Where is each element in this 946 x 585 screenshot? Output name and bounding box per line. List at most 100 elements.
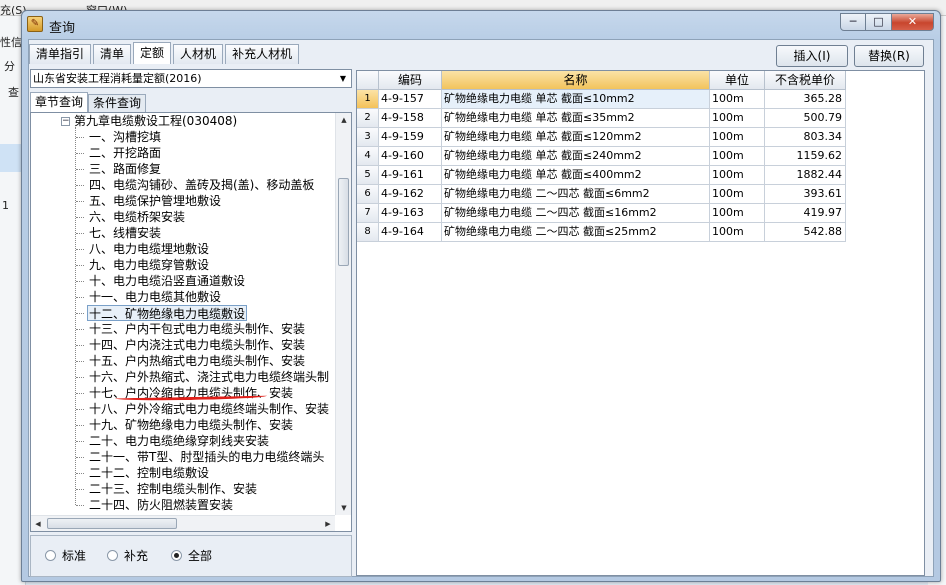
tree-item[interactable]: 九、电力电缆穿管敷设 <box>89 257 209 273</box>
cell-code[interactable]: 4-9-163 <box>379 204 442 223</box>
cell-name[interactable]: 矿物绝缘电力电缆 二～四芯 截面≤25mm2 <box>442 223 710 242</box>
tree-item[interactable]: 二十二、控制电缆敷设 <box>89 465 209 481</box>
tree-item[interactable]: 三、路面修复 <box>89 161 161 177</box>
tree-item[interactable]: 十、电力电缆沿竖直通道敷设 <box>89 273 245 289</box>
tree-item[interactable]: 二十三、控制电缆头制作、安装 <box>89 481 257 497</box>
row-number[interactable]: 2 <box>357 109 379 128</box>
tree-item[interactable]: 二十一、带T型、肘型插头的电力电缆终端头 <box>89 449 324 465</box>
row-number[interactable]: 7 <box>357 204 379 223</box>
scroll-thumb[interactable] <box>47 518 177 529</box>
cell-price[interactable]: 393.61 <box>765 185 846 204</box>
tab-condition-query[interactable]: 条件查询 <box>88 94 147 112</box>
cell-name[interactable]: 矿物绝缘电力电缆 单芯 截面≤35mm2 <box>442 109 710 128</box>
radio-standard[interactable]: 标准 <box>45 548 86 564</box>
cell-unit[interactable]: 100m <box>710 204 765 223</box>
cell-unit[interactable]: 100m <box>710 90 765 109</box>
column-header-name[interactable]: 名称 <box>442 71 710 90</box>
tree-collapse-icon[interactable]: − <box>61 117 70 126</box>
minimize-button[interactable]: ─ <box>840 13 866 31</box>
tree-vertical-scrollbar[interactable]: ▲ ▼ <box>335 113 351 515</box>
radio-supplement[interactable]: 补充 <box>107 548 148 564</box>
column-header-unit[interactable]: 单位 <box>710 71 765 90</box>
tab-quota[interactable]: 定额 <box>133 42 172 64</box>
tree-item[interactable]: 十三、户内干包式电力电缆头制作、安装 <box>89 321 305 337</box>
cell-price[interactable]: 1882.44 <box>765 166 846 185</box>
replace-button[interactable]: 替换(R) <box>854 45 924 67</box>
tree-item[interactable]: 十六、户外热缩式、浇注式电力电缆终端头制 <box>89 369 329 385</box>
cell-unit[interactable]: 100m <box>710 185 765 204</box>
tree-item[interactable]: 五、电缆保护管埋地敷设 <box>89 193 221 209</box>
cell-price[interactable]: 542.88 <box>765 223 846 242</box>
cell-name[interactable]: 矿物绝缘电力电缆 二～四芯 截面≤16mm2 <box>442 204 710 223</box>
dialog-titlebar[interactable]: ✎ 查询 ─ □ ✕ <box>22 11 940 39</box>
row-number[interactable]: 8 <box>357 223 379 242</box>
scroll-left-icon[interactable]: ◀ <box>31 516 45 531</box>
row-number[interactable]: 3 <box>357 128 379 147</box>
filter-radio-group: 标准 补充 全部 <box>30 535 352 577</box>
cell-unit[interactable]: 100m <box>710 128 765 147</box>
cell-code[interactable]: 4-9-159 <box>379 128 442 147</box>
column-header-price[interactable]: 不含税单价 <box>765 71 846 90</box>
row-number[interactable]: 5 <box>357 166 379 185</box>
row-number[interactable]: 6 <box>357 185 379 204</box>
tree-item[interactable]: 十一、电力电缆其他敷设 <box>89 289 221 305</box>
cell-unit[interactable]: 100m <box>710 109 765 128</box>
tree-horizontal-scrollbar[interactable]: ◀ ▶ <box>31 515 335 531</box>
scroll-up-icon[interactable]: ▲ <box>336 113 351 127</box>
radio-all[interactable]: 全部 <box>171 548 212 564</box>
row-number[interactable]: 4 <box>357 147 379 166</box>
tab-supplement-lmm[interactable]: 补充人材机 <box>225 44 300 64</box>
cell-code[interactable]: 4-9-164 <box>379 223 442 242</box>
tree-item[interactable]: 十二、矿物绝缘电力电缆敷设 <box>87 305 248 321</box>
chevron-down-icon[interactable]: ▼ <box>335 70 351 87</box>
quota-library-select[interactable]: 山东省安装工程消耗量定额(2016) ▼ <box>30 69 352 88</box>
tree-root-chapter9[interactable]: 第九章电缆敷设工程(030408) <box>74 113 237 129</box>
cell-code[interactable]: 4-9-161 <box>379 166 442 185</box>
tree-connector <box>76 329 84 330</box>
tab-labor-material-machine[interactable]: 人材机 <box>173 44 224 64</box>
tab-bill[interactable]: 清单 <box>93 44 132 64</box>
cell-price[interactable]: 803.34 <box>765 128 846 147</box>
cell-code[interactable]: 4-9-158 <box>379 109 442 128</box>
main-tabs: 清单指引 清单 定额 人材机 补充人材机 <box>29 42 301 64</box>
tree-item[interactable]: 二十、电力电缆绝缘穿刺线夹安装 <box>89 433 269 449</box>
tree-item[interactable]: 十九、矿物绝缘电力电缆头制作、安装 <box>89 417 293 433</box>
tree-item[interactable]: 二、开挖路面 <box>89 145 161 161</box>
tree-item[interactable]: 十四、户内浇注式电力电缆头制作、安装 <box>89 337 305 353</box>
tree-item[interactable]: 二十四、防火阻燃装置安装 <box>89 497 233 513</box>
cell-name[interactable]: 矿物绝缘电力电缆 二～四芯 截面≤6mm2 <box>442 185 710 204</box>
cell-name[interactable]: 矿物绝缘电力电缆 单芯 截面≤400mm2 <box>442 166 710 185</box>
query-mode-tabs: 章节查询 条件查询 <box>30 92 147 112</box>
tree-connector <box>76 393 84 394</box>
cell-unit[interactable]: 100m <box>710 147 765 166</box>
scroll-down-icon[interactable]: ▼ <box>336 501 351 515</box>
cell-unit[interactable]: 100m <box>710 166 765 185</box>
tab-bill-guide[interactable]: 清单指引 <box>29 44 92 64</box>
scroll-right-icon[interactable]: ▶ <box>321 516 335 531</box>
cell-code[interactable]: 4-9-157 <box>379 90 442 109</box>
cell-unit[interactable]: 100m <box>710 223 765 242</box>
tree-item[interactable]: 十五、户内热缩式电力电缆头制作、安装 <box>89 353 305 369</box>
tree-item[interactable]: 十八、户外冷缩式电力电缆终端头制作、安装 <box>89 401 329 417</box>
tree-item[interactable]: 八、电力电缆埋地敷设 <box>89 241 209 257</box>
cell-price[interactable]: 500.79 <box>765 109 846 128</box>
cell-price[interactable]: 365.28 <box>765 90 846 109</box>
cell-name[interactable]: 矿物绝缘电力电缆 单芯 截面≤120mm2 <box>442 128 710 147</box>
insert-button[interactable]: 插入(I) <box>776 45 848 67</box>
tree-item[interactable]: 七、线槽安装 <box>89 225 161 241</box>
tab-chapter-query[interactable]: 章节查询 <box>30 92 89 112</box>
close-button[interactable]: ✕ <box>892 13 934 31</box>
tree-item[interactable]: 一、沟槽挖填 <box>89 129 161 145</box>
row-number[interactable]: 1 <box>357 90 379 109</box>
scroll-thumb[interactable] <box>338 178 349 266</box>
maximize-button[interactable]: □ <box>866 13 892 31</box>
cell-code[interactable]: 4-9-162 <box>379 185 442 204</box>
tree-item[interactable]: 六、电缆桥架安装 <box>89 209 185 225</box>
cell-name[interactable]: 矿物绝缘电力电缆 单芯 截面≤10mm2 <box>442 90 710 109</box>
tree-item[interactable]: 四、电缆沟铺砂、盖砖及揭(盖)、移动盖板 <box>89 177 314 193</box>
cell-price[interactable]: 1159.62 <box>765 147 846 166</box>
cell-price[interactable]: 419.97 <box>765 204 846 223</box>
cell-code[interactable]: 4-9-160 <box>379 147 442 166</box>
cell-name[interactable]: 矿物绝缘电力电缆 单芯 截面≤240mm2 <box>442 147 710 166</box>
column-header-code[interactable]: 编码 <box>379 71 442 90</box>
